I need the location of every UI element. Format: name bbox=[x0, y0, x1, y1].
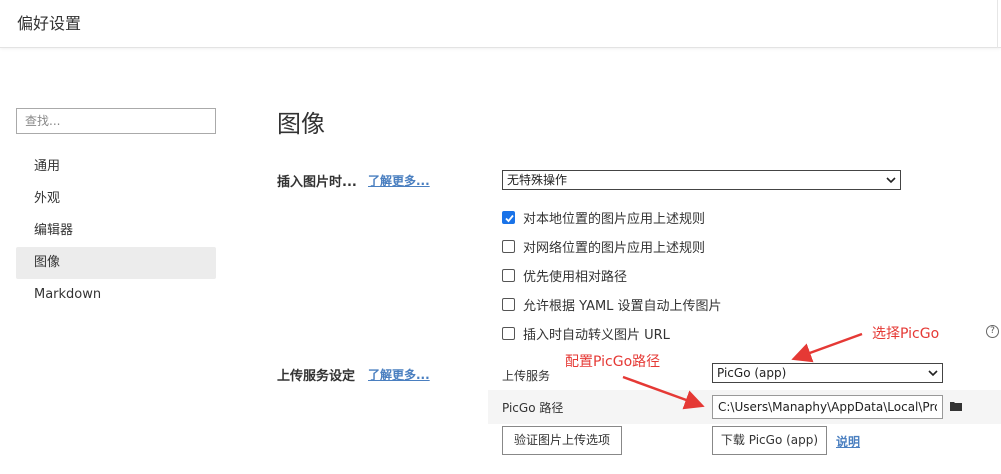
download-picgo-button[interactable]: 下载 PicGo (app) bbox=[712, 426, 827, 455]
option-yaml-upload[interactable]: 允许根据 YAML 设置自动上传图片 bbox=[502, 295, 722, 314]
help-icon[interactable]: ? bbox=[986, 325, 999, 338]
search-input[interactable] bbox=[16, 108, 216, 134]
option-label: 对网络位置的图片应用上述规则 bbox=[523, 240, 706, 256]
verify-upload-button[interactable]: 验证图片上传选项 bbox=[502, 426, 622, 455]
sidebar-item-image[interactable]: 图像 bbox=[16, 247, 216, 279]
sidebar-item-appearance[interactable]: 外观 bbox=[16, 183, 216, 215]
chevron-down-icon bbox=[928, 370, 938, 377]
page-title: 图像 bbox=[277, 110, 325, 138]
picgo-path-label: PicGo 路径 bbox=[502, 401, 564, 415]
checkmark-icon bbox=[505, 214, 514, 222]
insert-image-label: 插入图片时... bbox=[277, 175, 357, 190]
sidebar-nav: 通用 外观 编辑器 图像 Markdown bbox=[16, 151, 216, 311]
window-edge bbox=[997, 0, 1001, 48]
checkbox[interactable] bbox=[502, 268, 515, 282]
option-local-images[interactable]: 对本地位置的图片应用上述规则 bbox=[502, 208, 706, 227]
title-bar: 偏好设置 bbox=[0, 0, 1001, 48]
checkbox[interactable] bbox=[502, 239, 515, 253]
annotation-select-picgo: 选择PicGo bbox=[872, 326, 940, 342]
option-network-images[interactable]: 对网络位置的图片应用上述规则 bbox=[502, 237, 706, 256]
upload-settings-label: 上传服务设定 bbox=[277, 369, 356, 384]
option-label: 对本地位置的图片应用上述规则 bbox=[523, 211, 706, 227]
explain-link[interactable]: 说明 bbox=[836, 433, 860, 450]
upload-learn-more-link[interactable]: 了解更多... bbox=[368, 366, 430, 383]
window-title: 偏好设置 bbox=[17, 14, 82, 33]
option-label: 允许根据 YAML 设置自动上传图片 bbox=[523, 298, 722, 314]
sidebar-item-general[interactable]: 通用 bbox=[16, 151, 216, 183]
option-label: 优先使用相对路径 bbox=[523, 269, 628, 285]
insert-image-action-value: 无特殊操作 bbox=[507, 173, 568, 187]
folder-icon[interactable] bbox=[950, 401, 962, 411]
checkbox-checked[interactable] bbox=[502, 210, 515, 224]
upload-service-value: PicGo (app) bbox=[717, 366, 787, 380]
sidebar-item-markdown[interactable]: Markdown bbox=[16, 279, 216, 311]
arrow-to-service-select bbox=[791, 332, 863, 363]
chevron-down-icon bbox=[886, 177, 896, 184]
picgo-path-input[interactable] bbox=[712, 395, 943, 419]
annotation-config-path: 配置PicGo路径 bbox=[565, 354, 661, 370]
option-label: 插入时自动转义图片 URL bbox=[523, 327, 670, 343]
checkbox[interactable] bbox=[502, 326, 515, 340]
checkbox[interactable] bbox=[502, 297, 515, 311]
insert-image-action-select[interactable]: 无特殊操作 bbox=[502, 170, 901, 190]
insert-image-learn-more-link[interactable]: 了解更多... bbox=[368, 172, 430, 189]
sidebar-item-editor[interactable]: 编辑器 bbox=[16, 215, 216, 247]
option-relative-path[interactable]: 优先使用相对路径 bbox=[502, 266, 628, 285]
upload-service-label: 上传服务 bbox=[502, 369, 551, 383]
upload-service-select[interactable]: PicGo (app) bbox=[712, 363, 943, 383]
option-escape-url[interactable]: 插入时自动转义图片 URL bbox=[502, 324, 670, 343]
